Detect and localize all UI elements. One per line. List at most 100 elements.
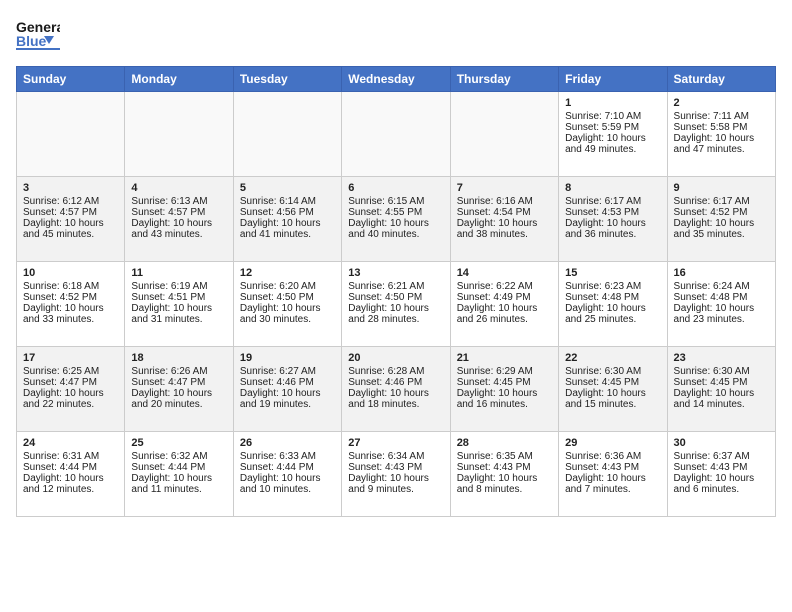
- day-number: 16: [674, 267, 769, 279]
- sunset-text: Sunset: 4:57 PM: [23, 207, 118, 218]
- sunset-text: Sunset: 4:50 PM: [240, 292, 335, 303]
- calendar-day-cell: [17, 92, 125, 177]
- calendar-day-cell: 12Sunrise: 6:20 AMSunset: 4:50 PMDayligh…: [233, 262, 341, 347]
- calendar-day-cell: [450, 92, 558, 177]
- sunset-text: Sunset: 4:46 PM: [348, 377, 443, 388]
- day-number: 28: [457, 437, 552, 449]
- sunrise-text: Sunrise: 6:37 AM: [674, 451, 769, 462]
- sunset-text: Sunset: 4:52 PM: [23, 292, 118, 303]
- sunrise-text: Sunrise: 6:35 AM: [457, 451, 552, 462]
- day-number: 26: [240, 437, 335, 449]
- sunset-text: Sunset: 4:43 PM: [457, 462, 552, 473]
- daylight-text: Daylight: 10 hours and 26 minutes.: [457, 303, 552, 325]
- daylight-text: Daylight: 10 hours and 12 minutes.: [23, 473, 118, 495]
- sunset-text: Sunset: 4:47 PM: [23, 377, 118, 388]
- day-number: 11: [131, 267, 226, 279]
- daylight-text: Daylight: 10 hours and 23 minutes.: [674, 303, 769, 325]
- calendar-day-cell: 3 Sunrise: 6:12 AMSunset: 4:57 PMDaylight…: [17, 177, 125, 262]
- weekday-header-wednesday: Wednesday: [342, 67, 450, 92]
- daylight-text: Daylight: 10 hours and 40 minutes.: [348, 218, 443, 240]
- calendar-day-cell: 6Sunrise: 6:15 AMSunset: 4:55 PMDaylight…: [342, 177, 450, 262]
- sunrise-text: Sunrise: 6:17 AM: [674, 196, 769, 207]
- day-number: 8: [565, 182, 660, 194]
- daylight-text: Daylight: 10 hours and 49 minutes.: [565, 133, 660, 155]
- day-number: 15: [565, 267, 660, 279]
- sunrise-text: Sunrise: 6:30 AM: [674, 366, 769, 377]
- logo-icon: General Blue: [16, 16, 60, 56]
- daylight-text: Daylight: 10 hours and 18 minutes.: [348, 388, 443, 410]
- calendar-day-cell: 5Sunrise: 6:14 AMSunset: 4:56 PMDaylight…: [233, 177, 341, 262]
- calendar-week-row: 17Sunrise: 6:25 AMSunset: 4:47 PMDayligh…: [17, 347, 776, 432]
- day-number: 13: [348, 267, 443, 279]
- calendar-day-cell: 4Sunrise: 6:13 AMSunset: 4:57 PMDaylight…: [125, 177, 233, 262]
- sunrise-text: Sunrise: 6:25 AM: [23, 366, 118, 377]
- sunrise-text: Sunrise: 6:28 AM: [348, 366, 443, 377]
- sunrise-text: Sunrise: 6:30 AM: [565, 366, 660, 377]
- calendar-day-cell: 16Sunrise: 6:24 AMSunset: 4:48 PMDayligh…: [667, 262, 775, 347]
- sunrise-text: Sunrise: 6:18 AM: [23, 281, 118, 292]
- calendar-day-cell: 21Sunrise: 6:29 AMSunset: 4:45 PMDayligh…: [450, 347, 558, 432]
- calendar-day-cell: 8 Sunrise: 6:17 AMSunset: 4:53 PMDaylight…: [559, 177, 667, 262]
- sunrise-text: Sunrise: 6:31 AM: [23, 451, 118, 462]
- daylight-text: Daylight: 10 hours and 38 minutes.: [457, 218, 552, 240]
- day-number: 5: [240, 182, 335, 194]
- day-number: 6: [348, 182, 443, 194]
- daylight-text: Daylight: 10 hours and 28 minutes.: [348, 303, 443, 325]
- daylight-text: Daylight: 10 hours and 45 minutes.: [23, 218, 118, 240]
- day-number: 9: [674, 182, 769, 194]
- calendar-week-row: 3Sunrise: 6:12 AMSunset: 4:57 PMDaylight…: [17, 177, 776, 262]
- calendar-table: SundayMondayTuesdayWednesdayThursdayFrid…: [16, 66, 776, 517]
- sunset-text: Sunset: 4:45 PM: [674, 377, 769, 388]
- calendar-day-cell: 1Sunrise: 7:10 AMSunset: 5:59 PMDaylight…: [559, 92, 667, 177]
- calendar-day-cell: 22Sunrise: 6:30 AMSunset: 4:45 PMDayligh…: [559, 347, 667, 432]
- weekday-header-thursday: Thursday: [450, 67, 558, 92]
- weekday-header-friday: Friday: [559, 67, 667, 92]
- sunset-text: Sunset: 4:54 PM: [457, 207, 552, 218]
- day-number: 10: [23, 267, 118, 279]
- calendar-week-row: 10 Sunrise: 6:18 AMSunset: 4:52 PM Dayligh…: [17, 262, 776, 347]
- sunrise-text: Sunrise: 6:17 AM: [565, 196, 660, 207]
- calendar-day-cell: 24Sunrise: 6:31 AMSunset: 4:44 PMDayligh…: [17, 432, 125, 517]
- day-number: 24: [23, 437, 118, 449]
- calendar-day-cell: [125, 92, 233, 177]
- sunrise-text: Sunrise: 6:22 AM: [457, 281, 552, 292]
- day-number: 27: [348, 437, 443, 449]
- day-number: 2: [674, 97, 769, 109]
- day-number: 3: [23, 182, 118, 194]
- sunrise-text: Sunrise: 6:12 AM: [23, 196, 118, 207]
- sunset-text: Sunset: 4:43 PM: [565, 462, 660, 473]
- sunset-text: Sunset: 4:48 PM: [674, 292, 769, 303]
- calendar-day-cell: 27Sunrise: 6:34 AMSunset: 4:43 PMDayligh…: [342, 432, 450, 517]
- sunset-text: Sunset: 4:43 PM: [674, 462, 769, 473]
- calendar-day-cell: 2Sunrise: 7:11 AMSunset: 5:58 PMDaylight…: [667, 92, 775, 177]
- calendar-day-cell: 10Sunrise: 6:18 AMSunset: 4:52 PMDayligh…: [17, 262, 125, 347]
- sunrise-text: Sunrise: 6:19 AM: [131, 281, 226, 292]
- daylight-text: Daylight: 10 hours and 20 minutes.: [131, 388, 226, 410]
- calendar-day-cell: [233, 92, 341, 177]
- sunrise-text: Sunrise: 6:27 AM: [240, 366, 335, 377]
- day-number: 23: [674, 352, 769, 364]
- calendar-day-cell: 14Sunrise: 6:22 AMSunset: 4:49 PMDayligh…: [450, 262, 558, 347]
- day-number: 1: [565, 97, 660, 109]
- day-number: 17: [23, 352, 118, 364]
- daylight-text: Daylight: 10 hours and 31 minutes.: [131, 303, 226, 325]
- svg-text:Blue: Blue: [16, 33, 47, 49]
- daylight-text: Daylight: 10 hours and 14 minutes.: [674, 388, 769, 410]
- sunset-text: Sunset: 4:46 PM: [240, 377, 335, 388]
- calendar-day-cell: 17Sunrise: 6:25 AMSunset: 4:47 PMDayligh…: [17, 347, 125, 432]
- calendar-header-row: SundayMondayTuesdayWednesdayThursdayFrid…: [17, 67, 776, 92]
- daylight-text: Daylight: 10 hours and 6 minutes.: [674, 473, 769, 495]
- daylight-text: Daylight: 10 hours and 36 minutes.: [565, 218, 660, 240]
- sunset-text: Sunset: 5:58 PM: [674, 122, 769, 133]
- calendar-day-cell: 15Sunrise: 6:23 AMSunset: 4:48 PMDayligh…: [559, 262, 667, 347]
- calendar-day-cell: 30Sunrise: 6:37 AMSunset: 4:43 PMDayligh…: [667, 432, 775, 517]
- calendar-day-cell: 25Sunrise: 6:32 AMSunset: 4:44 PMDayligh…: [125, 432, 233, 517]
- sunset-text: Sunset: 4:45 PM: [565, 377, 660, 388]
- calendar-day-cell: 9Sunrise: 6:17 AMSunset: 4:52 PMDaylight…: [667, 177, 775, 262]
- sunset-text: Sunset: 4:53 PM: [565, 207, 660, 218]
- daylight-text: Daylight: 10 hours and 43 minutes.: [131, 218, 226, 240]
- calendar-day-cell: 28Sunrise: 6:35 AMSunset: 4:43 PMDayligh…: [450, 432, 558, 517]
- sunset-text: Sunset: 4:47 PM: [131, 377, 226, 388]
- sunrise-text: Sunrise: 6:26 AM: [131, 366, 226, 377]
- daylight-text: Daylight: 10 hours and 19 minutes.: [240, 388, 335, 410]
